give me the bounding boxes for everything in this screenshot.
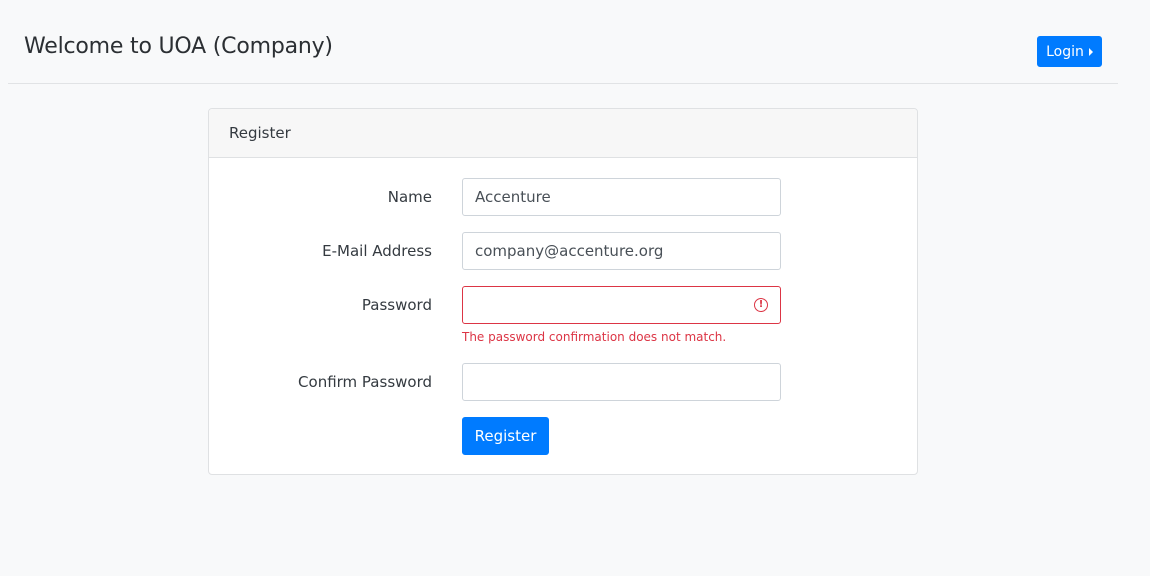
email-label: E-Mail Address: [322, 242, 432, 260]
register-button[interactable]: Register: [462, 417, 549, 455]
register-card: Register Name E-Mail Address Password ! …: [208, 108, 918, 475]
login-button-label: Login: [1046, 43, 1084, 60]
password-error: The password confirmation does not match…: [462, 330, 727, 344]
page: Welcome to UOA (Company) Login Register …: [0, 0, 1150, 576]
confirm-password-input[interactable]: [462, 363, 781, 401]
navbar: Welcome to UOA (Company) Login: [8, 0, 1118, 84]
login-button[interactable]: Login: [1037, 36, 1102, 67]
card-header: Register: [209, 109, 917, 158]
name-input[interactable]: [462, 178, 781, 216]
name-label: Name: [387, 188, 432, 206]
password-label: Password: [361, 296, 432, 314]
site-title: Welcome to UOA (Company): [24, 34, 333, 59]
email-input[interactable]: [462, 232, 781, 270]
caret-right-icon: [1088, 47, 1093, 56]
exclamation-circle-icon: !: [754, 298, 768, 312]
confirm-password-label: Confirm Password: [298, 373, 432, 391]
password-input[interactable]: [462, 286, 781, 324]
